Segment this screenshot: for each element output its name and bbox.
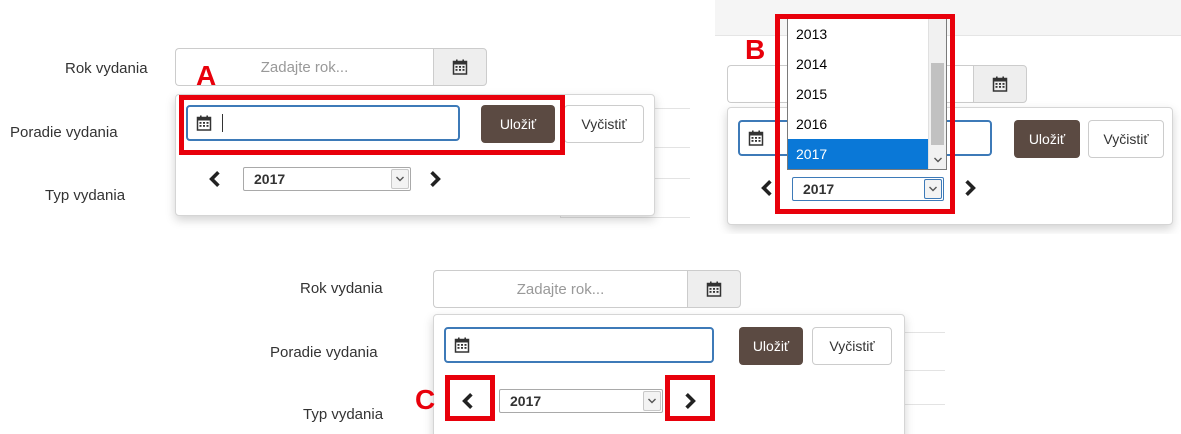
next-year-button[interactable] <box>421 165 449 193</box>
save-button[interactable]: Uložiť <box>1014 120 1080 158</box>
clear-button[interactable]: Vyčistiť <box>1088 120 1164 158</box>
year-input-group: Zadajte rok... <box>175 48 487 86</box>
chevron-right-icon <box>426 170 444 188</box>
panel-a: Rok vydania Poradie vydania Typ vydania … <box>0 0 690 240</box>
picker-year-input[interactable] <box>444 327 714 363</box>
calendar-icon <box>748 130 764 146</box>
year-label: Rok vydania <box>65 60 148 77</box>
panel-b: Uložiť Vyčistiť 2017 2013 2014 2015 2016… <box>715 0 1181 234</box>
calendar-icon <box>706 281 722 297</box>
year-input-group: Zadajte rok... <box>433 270 741 308</box>
callout-b: B <box>745 34 766 65</box>
type-label: Typ vydania <box>45 187 126 204</box>
callout-c: C <box>415 384 436 415</box>
calendar-toggle-button[interactable] <box>973 65 1027 103</box>
next-year-button[interactable] <box>956 174 984 202</box>
clear-button[interactable]: Vyčistiť <box>564 105 644 143</box>
year-input[interactable]: Zadajte rok... <box>433 270 687 308</box>
prev-year-button[interactable] <box>201 165 229 193</box>
clear-button[interactable]: Vyčistiť <box>812 327 892 365</box>
year-select[interactable]: 2017 <box>243 167 411 191</box>
type-label: Typ vydania <box>303 406 384 423</box>
calendar-icon <box>454 337 470 353</box>
calendar-toggle-button[interactable] <box>687 270 741 308</box>
year-select[interactable]: 2017 <box>499 389 663 413</box>
select-arrow <box>643 391 661 411</box>
highlight-box-a <box>179 95 565 155</box>
year-label: Rok vydania <box>300 280 383 297</box>
chevron-left-icon <box>206 170 224 188</box>
chevron-down-icon <box>646 395 658 407</box>
highlight-box-c-prev <box>445 375 495 421</box>
chevron-left-icon <box>758 179 776 197</box>
calendar-icon <box>992 76 1008 92</box>
year-select-value: 2017 <box>510 393 542 409</box>
save-button[interactable]: Uložiť <box>739 327 803 365</box>
highlight-box-c-next <box>665 375 715 421</box>
chevron-down-icon <box>394 173 406 185</box>
chevron-right-icon <box>961 179 979 197</box>
order-label: Poradie vydania <box>270 344 378 361</box>
order-label: Poradie vydania <box>10 124 118 141</box>
select-arrow <box>391 169 409 189</box>
calendar-icon <box>452 59 468 75</box>
calendar-toggle-button[interactable] <box>433 48 487 86</box>
year-select-value: 2017 <box>254 171 286 187</box>
highlight-box-b <box>775 14 955 214</box>
callout-a: A <box>196 60 217 91</box>
panel-c: Rok vydania Poradie vydania Typ vydania … <box>255 258 945 434</box>
